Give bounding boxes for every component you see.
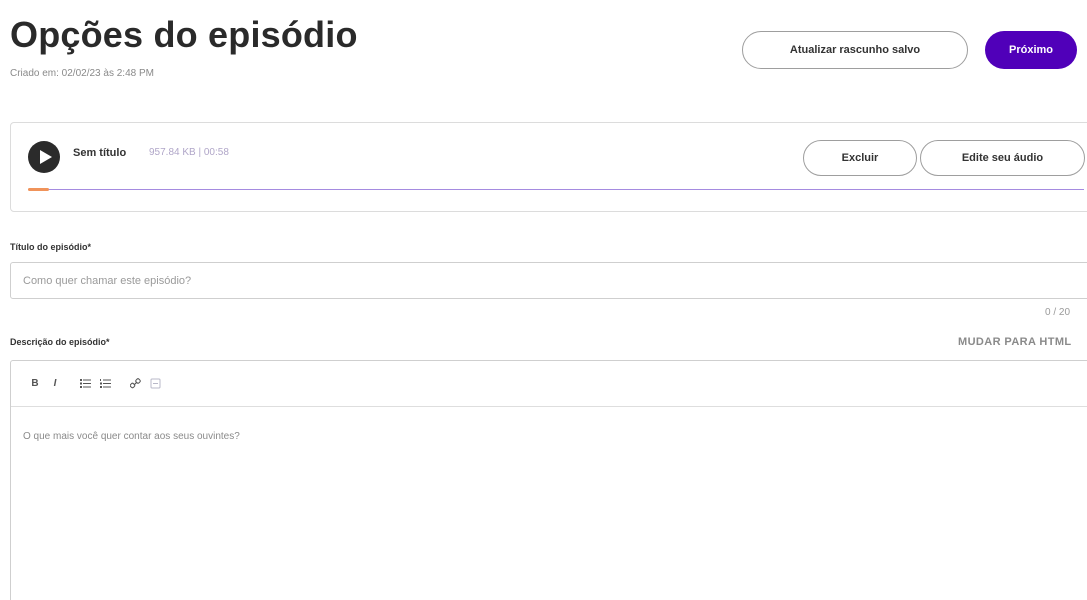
delete-button[interactable]: Excluir <box>803 140 917 176</box>
unlink-icon[interactable] <box>145 374 165 394</box>
play-button[interactable] <box>28 141 60 173</box>
episode-title-label: Título do episódio* <box>10 242 91 252</box>
update-draft-button[interactable]: Atualizar rascunho salvo <box>742 31 968 69</box>
audio-progress-fill <box>28 188 50 191</box>
numbered-list-icon[interactable] <box>95 374 115 394</box>
episode-title-input[interactable] <box>10 262 1087 299</box>
edit-audio-button[interactable]: Edite seu áudio <box>920 140 1085 176</box>
audio-title: Sem título <box>73 147 127 159</box>
play-icon <box>39 150 52 164</box>
bulleted-list-icon[interactable] <box>75 374 95 394</box>
episode-options-page: Opções do episódio Criado em: 02/02/23 à… <box>0 0 1087 600</box>
title-char-count: 0 / 20 <box>1045 307 1071 318</box>
episode-description-label: Descrição do episódio* <box>10 337 110 347</box>
next-button[interactable]: Próximo <box>985 31 1077 69</box>
bold-icon[interactable]: B <box>25 374 45 394</box>
link-icon[interactable] <box>125 374 145 394</box>
description-text-area[interactable]: O que mais você quer contar aos seus ouv… <box>23 431 240 442</box>
italic-icon[interactable]: I <box>45 374 65 394</box>
description-editor: B I O que mais você quer contar aos seus… <box>10 360 1087 600</box>
audio-card: Sem título 957.84 KB | 00:58 Excluir Edi… <box>10 122 1087 212</box>
audio-progress-bar[interactable] <box>28 188 1084 191</box>
page-title: Opções do episódio <box>10 14 358 55</box>
editor-toolbar: B I <box>11 361 1087 407</box>
audio-meta: 957.84 KB | 00:58 <box>149 147 229 158</box>
created-at-text: Criado em: 02/02/23 às 2:48 PM <box>10 68 154 79</box>
switch-to-html-link[interactable]: MUDAR PARA HTML <box>958 336 1072 348</box>
